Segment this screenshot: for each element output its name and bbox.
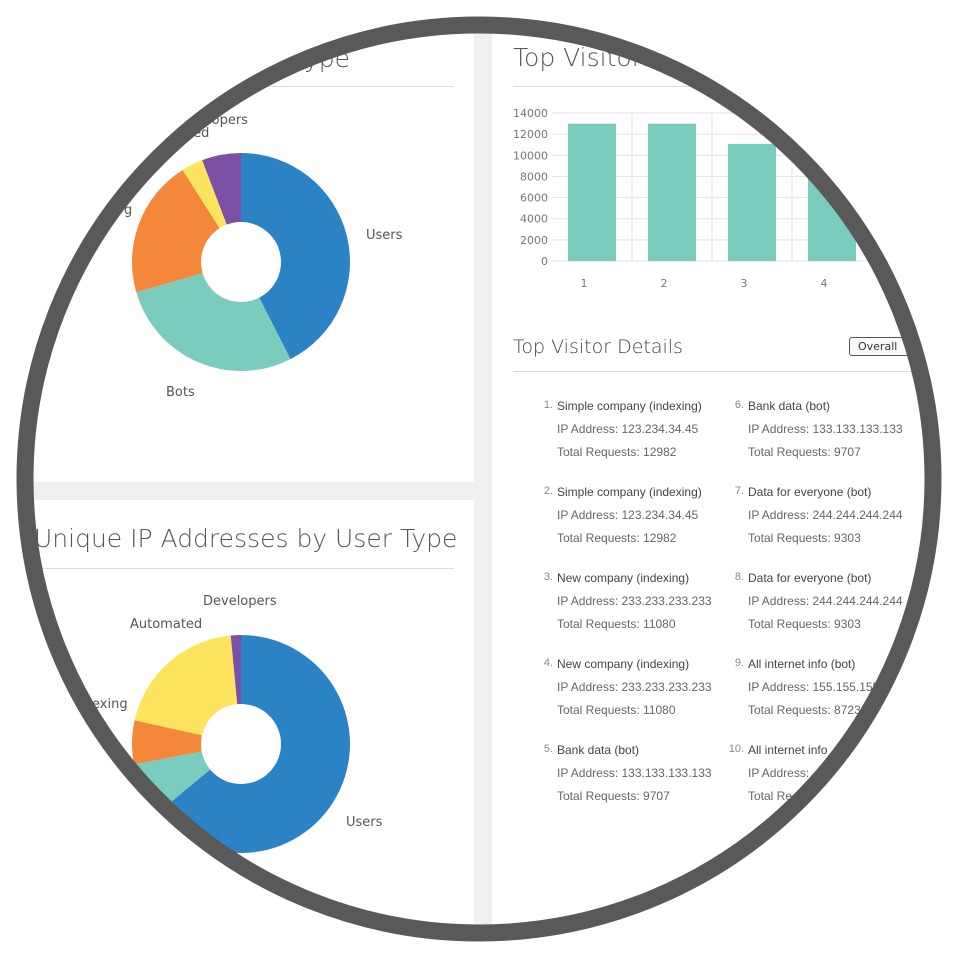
visitor-requests: Total Requests: 11080	[557, 617, 676, 631]
visitor-requests: Total Re	[748, 789, 793, 803]
visitor-requests: Total Requests: 9303	[748, 531, 861, 545]
visitor-rank: 8.	[734, 571, 744, 583]
visitor-item[interactable]: 1. Simple company (indexing) IP Address: 1…	[527, 399, 727, 479]
visitor-item[interactable]: 7. Data for everyone (bot) IP Address: 244…	[718, 485, 918, 565]
visitor-item[interactable]: 8. Data for everyone (bot) IP Address: 244…	[718, 571, 918, 651]
visitor-ip: IP Address:	[748, 766, 810, 780]
visitor-rank: 4.	[543, 657, 553, 669]
visitor-name: All internet info	[748, 743, 828, 757]
visitor-requests: Total Requests: 9707	[557, 789, 670, 803]
visitor-requests: Total Requests: 9707	[748, 445, 861, 459]
visitor-requests: Total Requests: 9303	[748, 617, 861, 631]
visitor-item[interactable]: 5. Bank data (bot) IP Address: 133.133.133…	[527, 743, 727, 823]
visitor-item[interactable]: 10. All internet info IP Address: Total Re	[718, 743, 918, 823]
visitor-rank: 5.	[543, 743, 553, 755]
dashboard-viewport: ype elopers ted g Users Bots Unique IP A…	[25, 25, 933, 933]
visitor-item[interactable]: 9. All internet info (bot) IP Address: 155…	[718, 657, 918, 737]
visitor-item[interactable]: 4. New company (indexing) IP Address: 233.…	[527, 657, 727, 737]
visitor-name: Bank data (bot)	[748, 399, 831, 413]
visitor-requests: Total Requests: 11080	[557, 703, 676, 717]
visitor-name: New company (indexing)	[557, 657, 690, 671]
visitor-rank: 9.	[734, 657, 744, 669]
visitor-rank: 6.	[734, 399, 744, 411]
visitor-name: Simple company (indexing)	[557, 399, 702, 413]
visitor-name: New company (indexing)	[557, 571, 690, 585]
visitor-requests: Total Requests: 8723	[748, 703, 861, 717]
visitor-item[interactable]: 2. Simple company (indexing) IP Address: 1…	[527, 485, 727, 565]
visitor-item[interactable]: 3. New company (indexing) IP Address: 233.…	[527, 571, 727, 651]
visitor-ip: IP Address: 123.234.34.45	[557, 508, 699, 522]
visitor-ip: IP Address: 244.244.244.244	[748, 508, 903, 522]
visitor-name: Bank data (bot)	[557, 743, 640, 757]
visitor-ip: IP Address: 123.234.34.45	[557, 422, 699, 436]
visitor-ip: IP Address: 133.133.133.133	[748, 422, 903, 436]
visitor-name: Simple company (indexing)	[557, 485, 702, 499]
visitor-rank: 10.	[728, 743, 744, 755]
visitor-rank: 3.	[543, 571, 553, 583]
visitor-name: Data for everyone (bot)	[748, 485, 872, 499]
visitor-ip: IP Address: 233.233.233.233	[557, 680, 712, 694]
visitor-ip: IP Address: 133.133.133.133	[557, 766, 712, 780]
visitor-name: Data for everyone (bot)	[748, 571, 872, 585]
visitor-ip: IP Address: 155.155.155	[748, 680, 880, 694]
visitor-rank: 1.	[543, 399, 553, 411]
top-visitor-list: 1. Simple company (indexing) IP Address: 1…	[25, 25, 933, 933]
visitor-ip: IP Address: 233.233.233.233	[557, 594, 712, 608]
visitor-requests: Total Requests: 12982	[557, 445, 677, 459]
visitor-name: All internet info (bot)	[748, 657, 856, 671]
visitor-requests: Total Requests: 12982	[557, 531, 677, 545]
visitor-item[interactable]: 6. Bank data (bot) IP Address: 133.133.133…	[718, 399, 918, 479]
visitor-rank: 7.	[734, 485, 744, 497]
visitor-ip: IP Address: 244.244.244.244	[748, 594, 903, 608]
visitor-rank: 2.	[543, 485, 553, 497]
